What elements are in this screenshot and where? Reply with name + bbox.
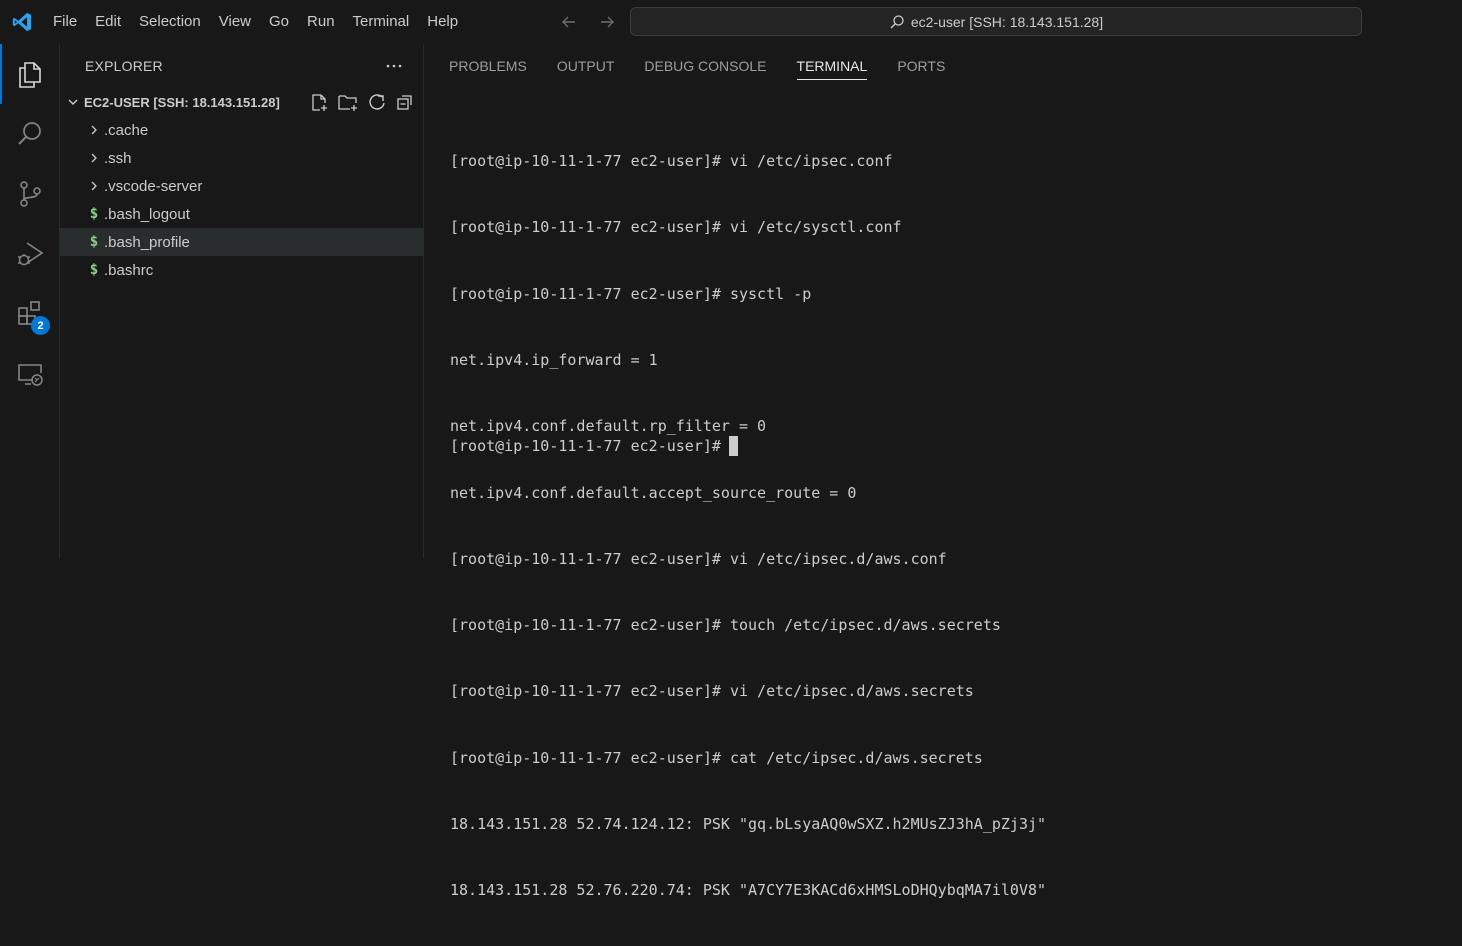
tree-item-cache[interactable]: .cache: [60, 116, 423, 144]
terminal-line: [root@ip-10-11-1-77 ec2-user]# vi /etc/i…: [450, 549, 947, 568]
terminal-line: net.ipv4.conf.default.rp_filter = 0: [450, 417, 767, 436]
command-center-label: ec2-user [SSH: 18.143.151.28]: [910, 13, 1104, 30]
tree-item-bashrc[interactable]: $ .bashrc: [60, 256, 423, 284]
tree-item-label: .bashrc: [104, 261, 154, 279]
title-bar: File Edit Selection View Go Run Terminal…: [0, 0, 1462, 44]
run-debug-icon[interactable]: [0, 224, 60, 284]
tab-terminal[interactable]: TERMINAL: [796, 44, 867, 88]
tree-item-label: .bash_profile: [104, 233, 190, 251]
extensions-icon[interactable]: 2: [0, 284, 60, 344]
terminal-line: [root@ip-10-11-1-77 ec2-user]# vi /etc/i…: [450, 682, 974, 701]
explorer-sidebar: EXPLORER EC2-USER [SSH: 18.143.151.28] .…: [60, 44, 424, 558]
extensions-badge: 2: [31, 316, 50, 335]
panel-tabs: PROBLEMS OUTPUT DEBUG CONSOLE TERMINAL P…: [424, 44, 1462, 88]
tab-output[interactable]: OUTPUT: [557, 44, 615, 88]
menu-file[interactable]: File: [44, 0, 86, 44]
chevron-right-icon: [86, 124, 102, 136]
vscode-logo-icon: [0, 0, 44, 44]
new-folder-icon[interactable]: [337, 92, 359, 112]
explorer-icon[interactable]: [0, 44, 60, 104]
terminal-line: [root@ip-10-11-1-77 ec2-user]# cat /etc/…: [450, 748, 983, 767]
source-control-icon[interactable]: [0, 164, 60, 224]
panel: PROBLEMS OUTPUT DEBUG CONSOLE TERMINAL P…: [424, 44, 1462, 899]
workspace-folder-header[interactable]: EC2-USER [SSH: 18.143.151.28]: [60, 88, 423, 116]
shell-script-icon: $: [89, 234, 99, 250]
terminal-line: 18.143.151.28 52.74.124.12: PSK "gq.bLsy…: [450, 815, 1047, 833]
tab-debug-console[interactable]: DEBUG CONSOLE: [644, 44, 766, 88]
menu-run[interactable]: Run: [298, 0, 344, 44]
sidebar-header: EXPLORER: [60, 44, 423, 88]
terminal-line: 18.143.151.28 52.76.220.74: PSK "A7CY7E3…: [450, 881, 1047, 900]
sidebar-title: EXPLORER: [85, 58, 163, 74]
tab-problems[interactable]: PROBLEMS: [449, 44, 527, 88]
terminal-line: [root@ip-10-11-1-77 ec2-user]# touch /et…: [450, 616, 1001, 635]
menu-go[interactable]: Go: [260, 0, 298, 44]
menu-terminal[interactable]: Terminal: [344, 0, 419, 44]
tree-item-bash-logout[interactable]: $ .bash_logout: [60, 200, 423, 228]
new-file-icon[interactable]: [309, 92, 329, 112]
tree-item-label: .ssh: [104, 149, 132, 167]
terminal-line: [root@ip-10-11-1-77 ec2-user]# vi /etc/s…: [450, 218, 902, 237]
tree-item-vscode-server[interactable]: .vscode-server: [60, 172, 423, 200]
menu-view[interactable]: View: [210, 0, 260, 44]
terminal-prompt-line[interactable]: [root@ip-10-11-1-77 ec2-user]#: [450, 436, 738, 456]
menu-bar: File Edit Selection View Go Run Terminal…: [44, 0, 467, 44]
tree-item-label: .vscode-server: [104, 177, 203, 195]
search-icon[interactable]: [0, 104, 60, 164]
menu-edit[interactable]: Edit: [86, 0, 130, 44]
menu-selection[interactable]: Selection: [130, 0, 210, 44]
command-center[interactable]: ec2-user [SSH: 18.143.151.28]: [630, 7, 1362, 36]
activity-bar: 2: [0, 44, 60, 558]
remote-explorer-icon[interactable]: [0, 344, 60, 404]
shell-script-icon: $: [89, 262, 99, 278]
forward-arrow-icon[interactable]: [598, 13, 622, 31]
terminal-line: [root@ip-10-11-1-77 ec2-user]# sysctl -p: [450, 284, 812, 303]
workspace-folder-title: EC2-USER [SSH: 18.143.151.28]: [84, 94, 280, 110]
terminal-line: net.ipv4.conf.default.accept_source_rout…: [450, 483, 857, 502]
refresh-icon[interactable]: [367, 92, 387, 112]
back-arrow-icon[interactable]: [560, 13, 584, 31]
tree-item-bash-profile[interactable]: $ .bash_profile: [60, 228, 423, 256]
terminal-line: [root@ip-10-11-1-77 ec2-user]# vi /etc/i…: [450, 152, 893, 171]
tree-item-ssh[interactable]: .ssh: [60, 144, 423, 172]
tree-item-label: .bash_logout: [104, 205, 190, 223]
terminal-prompt: [root@ip-10-11-1-77 ec2-user]#: [450, 437, 721, 455]
tree-item-label: .cache: [104, 121, 149, 139]
menu-help[interactable]: Help: [418, 0, 467, 44]
chevron-down-icon: [66, 95, 80, 109]
chevron-right-icon: [86, 152, 102, 164]
terminal-cursor: [728, 436, 738, 456]
collapse-all-icon[interactable]: [395, 92, 415, 112]
terminal-output[interactable]: [root@ip-10-11-1-77 ec2-user]# vi /etc/i…: [450, 106, 1046, 946]
folder-actions: [309, 88, 415, 116]
terminal-line: net.ipv4.ip_forward = 1: [450, 351, 658, 370]
more-actions-icon[interactable]: [385, 57, 403, 75]
tab-ports[interactable]: PORTS: [897, 44, 945, 88]
search-icon: [889, 14, 905, 30]
shell-script-icon: $: [89, 206, 99, 222]
chevron-right-icon: [86, 180, 102, 192]
navigation-arrows: [560, 0, 622, 44]
